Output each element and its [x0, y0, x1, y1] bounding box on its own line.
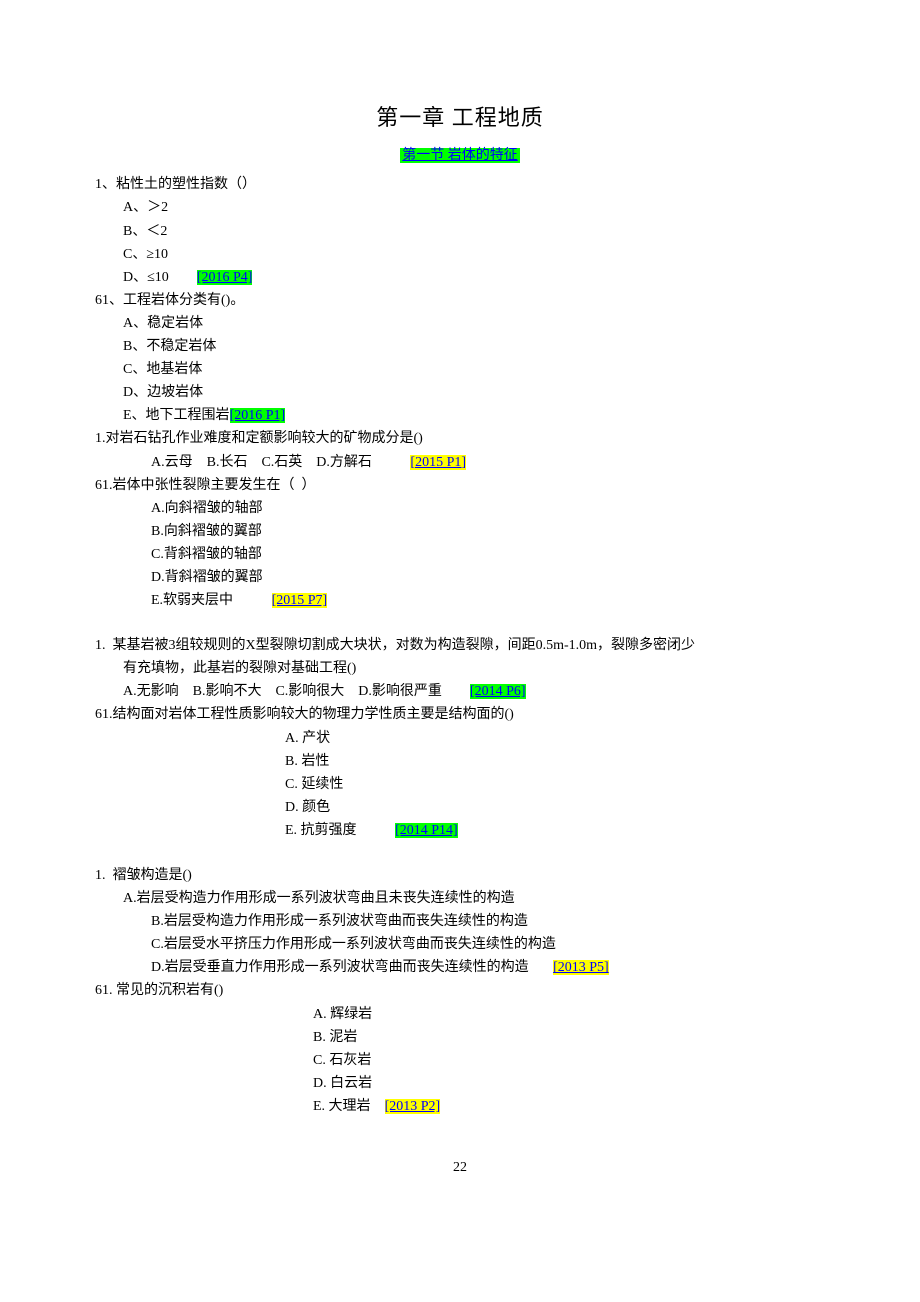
option-d: D. 颜色	[95, 796, 825, 819]
option-c: C. 延续性	[95, 773, 825, 796]
option-d: D、≤10 [2016 P4]	[95, 266, 825, 289]
question-1: 1、粘性土的塑性指数（）	[95, 173, 825, 196]
question-61c: 61.结构面对岩体工程性质影响较大的物理力学性质主要是结构面的()	[95, 703, 825, 726]
section-title: 第一节 岩体的特征	[95, 144, 825, 167]
ref-link[interactable]: [2013 P2]	[385, 1099, 441, 1114]
option-d-text: D、≤10	[123, 270, 169, 285]
option-c: C.背斜褶皱的轴部	[95, 543, 825, 566]
ref-link[interactable]: [2015 P1]	[410, 455, 466, 470]
option-b: B.向斜褶皱的翼部	[95, 520, 825, 543]
option-e-text: E. 大理岩	[313, 1099, 371, 1114]
ref-link[interactable]: [2013 P5]	[553, 960, 609, 975]
option-e-text: E、地下工程围岩	[123, 408, 230, 423]
question-1c: 1. 某基岩被3组较规则的X型裂隙切割成大块状，对数为构造裂隙，间距0.5m-1…	[95, 634, 825, 657]
question-1c-cont: 有充填物，此基岩的裂隙对基础工程()	[95, 657, 825, 680]
option-d: D. 白云岩	[95, 1072, 825, 1095]
option-d: D.背斜褶皱的翼部	[95, 566, 825, 589]
option-a: A. 辉绿岩	[95, 1003, 825, 1026]
option-c: C. 石灰岩	[95, 1049, 825, 1072]
options-text: A.云母 B.长石 C.石英 D.方解石	[151, 455, 372, 470]
options-text: A.无影响 B.影响不大 C.影响很大 D.影响很严重	[123, 684, 442, 699]
option-e: E. 大理岩 [2013 P2]	[95, 1095, 825, 1118]
option-d: D.岩层受垂直力作用形成一系列波状弯曲而丧失连续性的构造 [2013 P5]	[95, 956, 825, 979]
question-61a: 61、工程岩体分类有()。	[95, 289, 825, 312]
option-b: B.岩层受构造力作用形成一系列波状弯曲而丧失连续性的构造	[95, 910, 825, 933]
question-61b: 61.岩体中张性裂隙主要发生在（ ）	[95, 474, 825, 497]
question-1d: 1. 褶皱构造是()	[95, 864, 825, 887]
option-b: B、不稳定岩体	[95, 335, 825, 358]
option-c: C.岩层受水平挤压力作用形成一系列波状弯曲而丧失连续性的构造	[95, 933, 825, 956]
ref-link[interactable]: [2014 P14]	[395, 823, 458, 838]
options-inline: A.无影响 B.影响不大 C.影响很大 D.影响很严重 [2014 P6]	[95, 680, 825, 703]
page-number: 22	[95, 1156, 825, 1179]
option-a: A、＞2	[95, 196, 825, 219]
blank-line	[95, 612, 825, 634]
option-a: A.岩层受构造力作用形成一系列波状弯曲且未丧失连续性的构造	[95, 887, 825, 910]
section-title-text: 第一节 岩体的特征	[400, 148, 520, 163]
chapter-title: 第一章 工程地质	[95, 100, 825, 136]
option-a: A.向斜褶皱的轴部	[95, 497, 825, 520]
option-c: C、≥10	[95, 243, 825, 266]
options-inline: A.云母 B.长石 C.石英 D.方解石 [2015 P1]	[95, 451, 825, 474]
blank-line	[95, 842, 825, 864]
option-e: E. 抗剪强度 [2014 P14]	[95, 819, 825, 842]
option-e: E、地下工程围岩[2016 P1]	[95, 404, 825, 427]
option-a: A. 产状	[95, 727, 825, 750]
option-b: B. 泥岩	[95, 1026, 825, 1049]
ref-link[interactable]: [2014 P6]	[470, 684, 526, 699]
option-e-text: E. 抗剪强度	[285, 823, 357, 838]
option-d-text: D.岩层受垂直力作用形成一系列波状弯曲而丧失连续性的构造	[151, 960, 529, 975]
option-c: C、地基岩体	[95, 358, 825, 381]
question-1b: 1.对岩石钻孔作业难度和定额影响较大的矿物成分是()	[95, 427, 825, 450]
option-b: B. 岩性	[95, 750, 825, 773]
option-a: A、稳定岩体	[95, 312, 825, 335]
option-e-text: E.软弱夹层中	[151, 593, 233, 608]
option-b: B、＜2	[95, 220, 825, 243]
option-d: D、边坡岩体	[95, 381, 825, 404]
ref-link[interactable]: [2015 P7]	[272, 593, 328, 608]
ref-link[interactable]: [2016 P1]	[230, 408, 286, 423]
option-e: E.软弱夹层中 [2015 P7]	[95, 589, 825, 612]
question-61d: 61. 常见的沉积岩有()	[95, 979, 825, 1002]
ref-link[interactable]: [2016 P4]	[197, 270, 253, 285]
